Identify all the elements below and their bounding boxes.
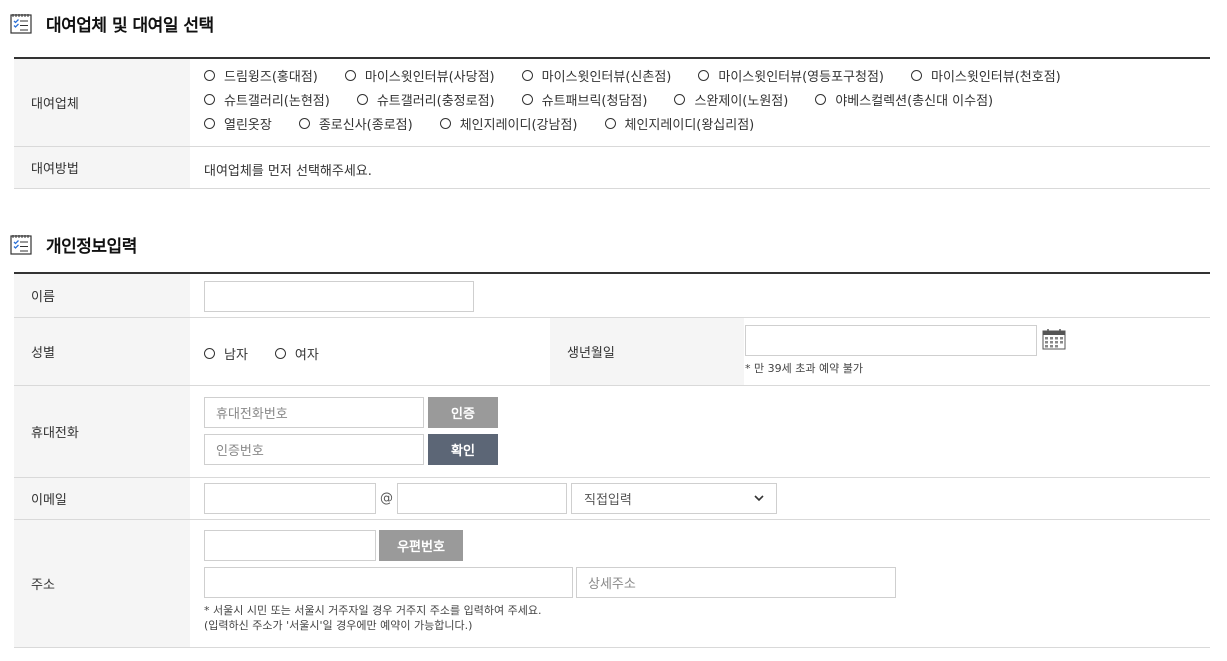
rental-table: 대여업체 드림윙즈(홍대점) 마이스윗인터뷰(사당점) 마이스윗인터뷰(신촌점) 마이… bbox=[14, 57, 1210, 189]
name-row: 이름 bbox=[14, 274, 1210, 318]
company-radio[interactable]: 열린옷장 bbox=[204, 114, 272, 133]
section-title-text: 개인정보입력 bbox=[46, 236, 137, 257]
company-radio[interactable]: 체인지레이디(왕십리점) bbox=[604, 114, 754, 133]
company-radio[interactable]: 야베스컬렉션(총신대 이수점) bbox=[815, 90, 993, 109]
radio-circle-icon bbox=[698, 69, 710, 81]
checklist-icon bbox=[10, 235, 32, 255]
company-radio-line: 슈트갤러리(논현점) 슈트갤러리(충정로점) 슈트패브릭(청담점) 스완제이(노원점)… bbox=[204, 87, 1088, 111]
address-input[interactable] bbox=[204, 567, 573, 598]
phone-input[interactable]: 휴대전화번호 bbox=[204, 397, 424, 428]
radio-circle-icon bbox=[204, 69, 215, 81]
address-note-2: (입력하신 주소가 '서울시'일 경우에만 예약이 가능합니다.) bbox=[204, 619, 473, 632]
name-label: 이름 bbox=[14, 274, 190, 317]
calendar-icon[interactable] bbox=[1042, 328, 1066, 350]
radio-circle-icon bbox=[356, 93, 368, 105]
address-note-1: * 서울시 시민 또는 서울시 거주자일 경우 거주지 주소를 입력하여 주세요… bbox=[204, 604, 542, 617]
method-row: 대여방법 대여업체를 먼저 선택해주세요. bbox=[14, 147, 1210, 189]
company-row: 대여업체 드림윙즈(홍대점) 마이스윗인터뷰(사당점) 마이스윗인터뷰(신촌점) 마이… bbox=[14, 59, 1210, 147]
birth-label: 생년월일 bbox=[550, 318, 744, 385]
email-label: 이메일 bbox=[14, 478, 190, 519]
radio-circle-icon bbox=[521, 93, 533, 105]
company-radio[interactable]: 슈트갤러리(논현점) bbox=[204, 90, 330, 109]
phone-row: 휴대전화 휴대전화번호 인증 인증번호 확인 bbox=[14, 386, 1210, 478]
email-domain-select[interactable]: 직접입력 bbox=[571, 483, 777, 514]
gender-male-radio[interactable]: 남자 bbox=[204, 344, 248, 363]
personal-table: 이름 성별 남자 여자 생년월일 * 만 39세 초과 예약 불가 휴대전화 휴… bbox=[14, 272, 1210, 650]
checklist-icon bbox=[10, 14, 32, 34]
company-radio[interactable]: 체인지레이디(강남점) bbox=[439, 114, 578, 133]
address-label: 주소 bbox=[14, 520, 190, 647]
method-text: 대여업체를 먼저 선택해주세요. bbox=[204, 164, 372, 179]
radio-circle-icon bbox=[815, 93, 827, 105]
section-title-text: 대여업체 및 대여일 선택 bbox=[46, 15, 214, 36]
radio-circle-icon bbox=[274, 348, 286, 359]
radio-circle-icon bbox=[911, 69, 922, 81]
postcode-input[interactable] bbox=[204, 530, 376, 561]
section-title-rental: 대여업체 및 대여일 선택 bbox=[10, 10, 214, 36]
gender-row: 성별 남자 여자 생년월일 * 만 39세 초과 예약 불가 bbox=[14, 318, 1210, 386]
gender-label: 성별 bbox=[14, 318, 190, 385]
auth-button[interactable]: 인증 bbox=[428, 397, 498, 428]
address-row: 주소 우편번호 상세주소 * 서울시 시민 또는 서울시 거주자일 경우 거주지… bbox=[14, 520, 1210, 648]
gender-female-radio[interactable]: 여자 bbox=[274, 344, 319, 363]
address-detail-input[interactable]: 상세주소 bbox=[576, 567, 896, 598]
company-radio[interactable]: 마이스윗인터뷰(천호점) bbox=[911, 66, 1061, 85]
radio-circle-icon bbox=[439, 117, 451, 129]
company-radio-line: 드림윙즈(홍대점) 마이스윗인터뷰(사당점) 마이스윗인터뷰(신촌점) 마이스윗인터뷰… bbox=[204, 63, 1088, 87]
radio-circle-icon bbox=[204, 348, 215, 359]
radio-circle-icon bbox=[204, 93, 215, 105]
phone-label: 휴대전화 bbox=[14, 386, 190, 477]
section-title-personal: 개인정보입력 bbox=[10, 231, 137, 257]
company-radio[interactable]: 마이스윗인터뷰(사당점) bbox=[344, 66, 495, 85]
name-input[interactable] bbox=[204, 281, 474, 312]
company-radio-line: 열린옷장 종로신사(종로점) 체인지레이디(강남점) 체인지레이디(왕십리점) bbox=[204, 111, 1088, 135]
company-label: 대여업체 bbox=[14, 59, 190, 146]
email-id-input[interactable] bbox=[204, 483, 376, 514]
email-domain-input[interactable] bbox=[397, 483, 567, 514]
email-row: 이메일 @ 직접입력 bbox=[14, 478, 1210, 520]
company-radio[interactable]: 슈트패브릭(청담점) bbox=[521, 90, 647, 109]
company-radio[interactable]: 슈트갤러리(충정로점) bbox=[356, 90, 495, 109]
radio-circle-icon bbox=[674, 93, 686, 105]
company-radio[interactable]: 종로신사(종로점) bbox=[298, 114, 413, 133]
radio-circle-icon bbox=[521, 69, 533, 81]
radio-circle-icon bbox=[344, 69, 356, 81]
method-label: 대여방법 bbox=[14, 147, 190, 188]
radio-circle-icon bbox=[298, 117, 310, 129]
company-radio-list: 드림윙즈(홍대점) 마이스윗인터뷰(사당점) 마이스윗인터뷰(신촌점) 마이스윗인터뷰… bbox=[204, 63, 1088, 135]
birth-input[interactable] bbox=[745, 325, 1037, 356]
radio-circle-icon bbox=[604, 117, 616, 129]
birth-note: * 만 39세 초과 예약 불가 bbox=[745, 362, 863, 375]
at-sign: @ bbox=[380, 491, 393, 506]
postcode-button[interactable]: 우편번호 bbox=[379, 530, 463, 561]
confirm-button[interactable]: 확인 bbox=[428, 434, 498, 465]
company-radio[interactable]: 스완제이(노원점) bbox=[674, 90, 788, 109]
chevron-down-icon bbox=[754, 495, 764, 502]
radio-circle-icon bbox=[204, 117, 215, 129]
company-radio[interactable]: 마이스윗인터뷰(신촌점) bbox=[521, 66, 671, 85]
auth-code-input[interactable]: 인증번호 bbox=[204, 434, 424, 465]
company-radio[interactable]: 드림윙즈(홍대점) bbox=[204, 66, 318, 85]
company-radio[interactable]: 마이스윗인터뷰(영등포구청점) bbox=[698, 66, 884, 85]
